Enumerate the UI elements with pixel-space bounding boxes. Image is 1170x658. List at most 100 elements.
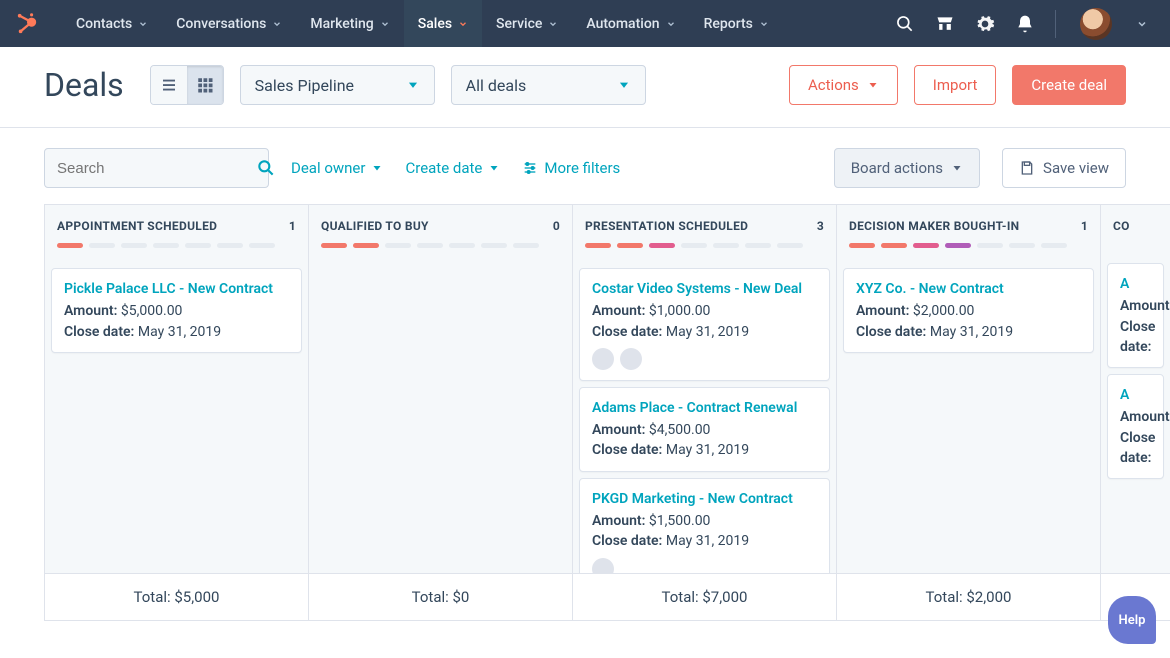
user-avatar[interactable] [1080,8,1112,40]
column-header: DECISION MAKER BOUGHT-IN1 [837,205,1100,258]
column-body[interactable]: Costar Video Systems - New Deal Amount: … [573,258,836,573]
caret-down-icon [371,162,383,174]
deal-card[interactable]: XYZ Co. - New Contract Amount: $2,000.00… [843,268,1094,353]
top-nav: Contacts ConversationsMarketing Sales Servi… [0,0,1170,47]
deal-card-title: XYZ Co. - New Contract [856,279,1081,299]
save-view-button[interactable]: Save view [1002,148,1126,188]
close-date-label: Close date: [1120,430,1155,466]
column-title: QUALIFIED TO BUY [321,219,429,233]
actions-button[interactable]: Actions [789,65,898,105]
deal-close-date: May 31, 2019 [138,324,221,340]
column-total: Total: $0 [309,574,573,620]
column-total: Total: $2,000 [837,574,1101,620]
amount-label: Amount: [64,303,117,319]
filters-row: Deal owner Create date More filters Boar… [0,128,1170,204]
column-header: QUALIFIED TO BUY0 [309,205,572,258]
column-body[interactable]: XYZ Co. - New Contract Amount: $2,000.00… [837,258,1100,573]
amount-label: Amount: [856,303,909,319]
deal-card[interactable]: Adams Place - Contract Renewal Amount: $… [579,387,830,472]
caret-down-icon [951,162,963,174]
nav-item-contacts[interactable]: Contacts [62,0,162,47]
board-view-button[interactable] [187,66,223,104]
nav-item-marketing[interactable]: Marketing [296,0,403,47]
bell-icon[interactable] [1015,14,1035,34]
deal-card[interactable]: A Amount: Close date: [1107,374,1164,479]
column-title: APPOINTMENT SCHEDULED [57,219,217,233]
deal-card-title: A [1120,385,1151,405]
column-total: Total: $7,000 [573,574,837,620]
column-body[interactable]: Pickle Palace LLC - New Contract Amount:… [45,258,308,573]
help-label: Help [1119,613,1146,628]
board-actions-label: Board actions [851,159,943,177]
close-date-label: Close date: [592,324,662,340]
amount-label: Amount: [592,422,645,438]
hubspot-logo-icon[interactable] [16,13,38,35]
search-icon[interactable] [895,14,915,34]
more-filters-button[interactable]: More filters [522,159,620,177]
caret-down-icon [406,78,420,92]
create-deal-button[interactable]: Create deal [1012,65,1126,105]
deal-card[interactable]: Pickle Palace LLC - New Contract Amount:… [51,268,302,353]
deal-amount: $4,500.00 [649,422,711,438]
nav-item-label: Contacts [76,16,132,32]
deal-card-title: Adams Place - Contract Renewal [592,398,817,418]
deal-amount: $5,000.00 [121,303,183,319]
column-body[interactable]: A Amount: Close date: A Amount: Close da… [1101,253,1170,573]
deal-filter-select[interactable]: All deals [451,65,646,105]
pipeline-column: QUALIFIED TO BUY0 [309,205,573,573]
deal-owner-filter[interactable]: Deal owner [291,159,383,177]
marketplace-icon[interactable] [935,14,955,34]
totals-row: Total: $5,000Total: $0Total: $7,000Total… [44,574,1170,621]
nav-item-sales[interactable]: Sales [404,0,482,47]
avatar-chip [592,558,614,573]
nav-item-label: Reports [704,16,753,32]
nav-item-label: Sales [418,16,452,32]
chevron-down-icon [138,19,148,29]
close-date-label: Close date: [1120,319,1155,355]
deal-card[interactable]: A Amount: Close date: [1107,263,1164,368]
nav-item-automation[interactable]: Automation [572,0,689,47]
amount-label: Amount: [1120,409,1170,425]
nav-item-service[interactable]: Service [482,0,572,47]
create-deal-label: Create deal [1031,76,1107,94]
list-view-button[interactable] [151,66,187,104]
stage-progress [849,243,1088,248]
chevron-down-icon [548,19,558,29]
pipeline-column: CO A Amount: Close date: A Amount: Close… [1101,205,1170,573]
view-toggle [150,65,224,105]
deal-card-title: PKGD Marketing - New Contract [592,489,817,509]
gear-icon[interactable] [975,14,995,34]
page-title: Deals [44,66,124,104]
nav-item-conversations[interactable]: Conversations [162,0,296,47]
column-body[interactable] [309,258,572,573]
search-box[interactable] [44,148,269,188]
more-filters-label: More filters [544,159,620,177]
nav-item-label: Automation [586,16,659,32]
create-date-filter[interactable]: Create date [405,159,500,177]
deal-close-date: May 31, 2019 [666,442,749,458]
pipeline-select[interactable]: Sales Pipeline [240,65,435,105]
chevron-down-icon [666,19,676,29]
import-button[interactable]: Import [914,65,997,105]
nav-item-label: Service [496,16,542,32]
deal-card[interactable]: Costar Video Systems - New Deal Amount: … [579,268,830,381]
search-input[interactable] [57,160,256,177]
deal-card[interactable]: PKGD Marketing - New Contract Amount: $1… [579,478,830,573]
pipeline-board: APPOINTMENT SCHEDULED1 Pickle Palace LLC… [44,204,1170,574]
column-count: 3 [817,219,824,233]
column-title: CO [1113,219,1130,233]
account-menu-chevron-icon[interactable] [1132,14,1152,34]
amount-label: Amount: [592,513,645,529]
column-header: CO [1101,205,1170,253]
caret-down-icon [617,78,631,92]
help-button[interactable]: Help [1108,596,1156,644]
pipeline-column: APPOINTMENT SCHEDULED1 Pickle Palace LLC… [45,205,309,573]
column-title: PRESENTATION SCHEDULED [585,219,748,233]
caret-down-icon [867,79,879,91]
chevron-down-icon [380,19,390,29]
board-actions-button[interactable]: Board actions [834,148,980,188]
pipeline-select-value: Sales Pipeline [255,76,354,95]
close-date-label: Close date: [592,533,662,549]
nav-item-reports[interactable]: Reports [690,0,783,47]
amount-label: Amount: [592,303,645,319]
